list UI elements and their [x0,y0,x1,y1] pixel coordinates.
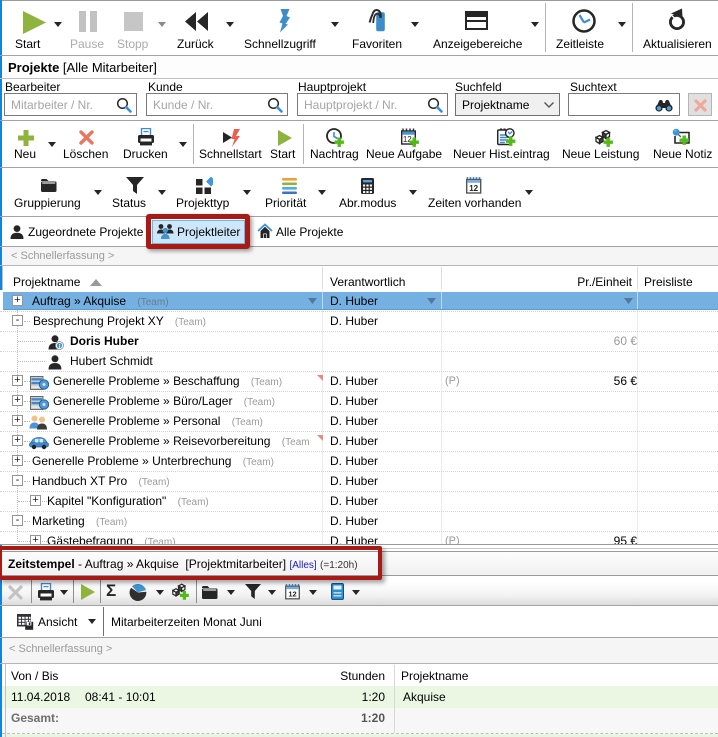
svg-text:12: 12 [288,590,296,599]
svg-text:12: 12 [469,184,478,193]
